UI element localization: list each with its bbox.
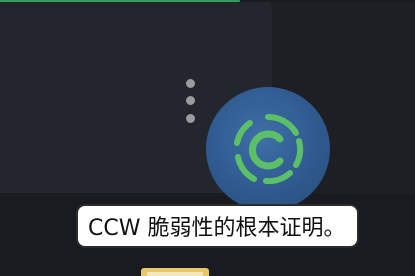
ccw-logo-icon — [234, 113, 304, 185]
more-vertical-icon-dot — [186, 114, 195, 123]
subtitle-caption: CCW 脆弱性的根本证明。 — [76, 204, 360, 248]
screen: CCW 脆弱性的根本证明。 — [0, 0, 415, 276]
more-options-button[interactable] — [181, 76, 199, 128]
ccw-logo — [206, 87, 330, 211]
more-vertical-icon — [186, 79, 195, 88]
more-vertical-icon-dot — [186, 96, 195, 105]
bottom-tab-inner — [147, 272, 203, 276]
subtitle-text: CCW 脆弱性的根本证明。 — [88, 216, 346, 241]
